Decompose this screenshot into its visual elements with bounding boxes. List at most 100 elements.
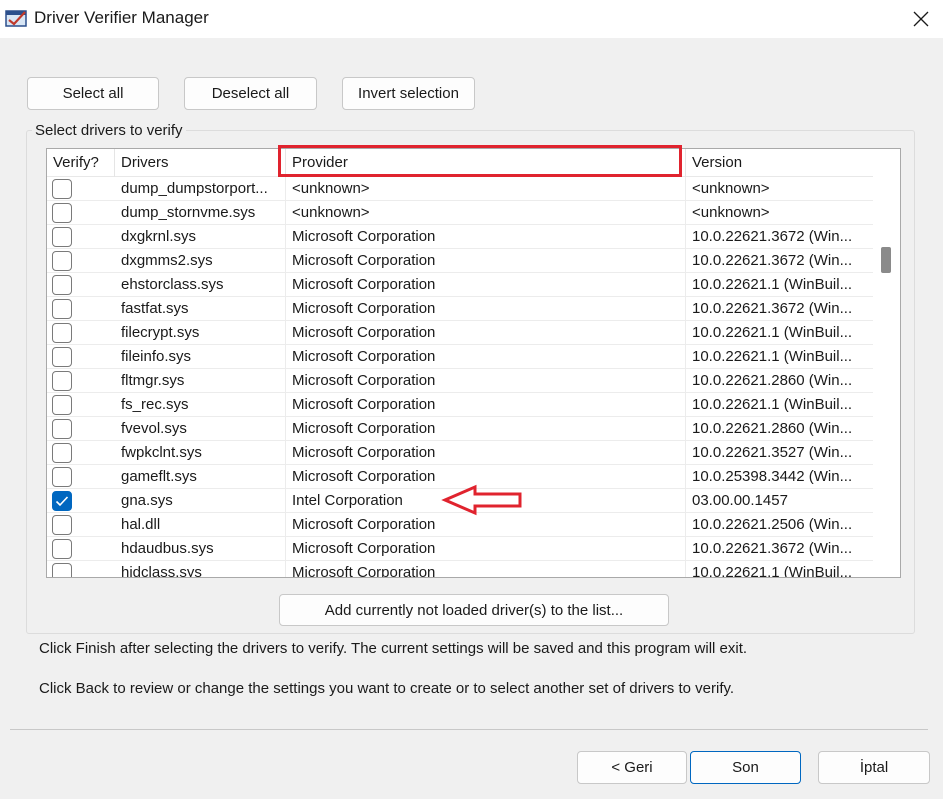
column-header-verify[interactable]: Verify? bbox=[47, 149, 115, 177]
verify-checkbox[interactable] bbox=[52, 251, 72, 271]
table-row[interactable]: ehstorclass.sys Microsoft Corporation 10.0… bbox=[47, 273, 873, 297]
driver-name: fltmgr.sys bbox=[115, 369, 286, 393]
back-button[interactable]: < Geri bbox=[577, 751, 687, 784]
driver-name: dump_dumpstorport... bbox=[115, 177, 286, 201]
driver-name: dxgmms2.sys bbox=[115, 249, 286, 273]
driver-name: fvevol.sys bbox=[115, 417, 286, 441]
cancel-button[interactable]: İptal bbox=[818, 751, 930, 784]
invert-selection-button[interactable]: Invert selection bbox=[342, 77, 475, 110]
verify-checkbox[interactable] bbox=[52, 491, 72, 511]
column-header-version[interactable]: Version bbox=[686, 149, 873, 177]
driver-name: fastfat.sys bbox=[115, 297, 286, 321]
driver-version: 03.00.00.1457 bbox=[692, 492, 788, 509]
driver-version: <unknown> bbox=[692, 204, 770, 221]
driver-version: 10.0.22621.3672 (Win... bbox=[692, 540, 853, 557]
left-arrow-annotation-icon bbox=[441, 484, 522, 516]
driver-provider: Microsoft Corporation bbox=[286, 345, 686, 369]
verify-cell bbox=[47, 249, 115, 273]
info-text-back: Click Back to review or change the setti… bbox=[39, 680, 735, 697]
verify-cell bbox=[47, 513, 115, 537]
driver-provider: Microsoft Corporation bbox=[286, 225, 686, 249]
table-row[interactable]: dxgkrnl.sys Microsoft Corporation 10.0.226… bbox=[47, 225, 873, 249]
verify-cell bbox=[47, 441, 115, 465]
driver-provider: Microsoft Corporation bbox=[286, 297, 686, 321]
driver-name: hidclass.sys bbox=[115, 561, 286, 577]
table-row[interactable]: fs_rec.sys Microsoft Corporation 10.0.2262… bbox=[47, 393, 873, 417]
window-title: Driver Verifier Manager bbox=[34, 8, 209, 27]
list-header: Verify? Drivers Provider Version bbox=[47, 149, 873, 177]
driver-name: hdaudbus.sys bbox=[115, 537, 286, 561]
driver-provider: Microsoft Corporation bbox=[286, 393, 686, 417]
table-row[interactable]: hdaudbus.sys Microsoft Corporation 10.0.22… bbox=[47, 537, 873, 561]
vertical-scrollbar[interactable] bbox=[873, 149, 900, 577]
verify-checkbox[interactable] bbox=[52, 563, 72, 577]
table-row[interactable]: fltmgr.sys Microsoft Corporation 10.0.2262… bbox=[47, 369, 873, 393]
table-row[interactable]: hidclass.sys Microsoft Corporation 10.0.22… bbox=[47, 561, 873, 578]
driver-version: 10.0.22621.1 (WinBuil... bbox=[692, 276, 853, 293]
column-header-drivers[interactable]: Drivers bbox=[115, 149, 286, 177]
table-row[interactable]: fileinfo.sys Microsoft Corporation 10.0.22… bbox=[47, 345, 873, 369]
verify-checkbox[interactable] bbox=[52, 347, 72, 367]
verify-checkbox[interactable] bbox=[52, 299, 72, 319]
verify-cell bbox=[47, 417, 115, 441]
group-label: Select drivers to verify bbox=[32, 122, 186, 139]
driver-version: 10.0.22621.2860 (Win... bbox=[692, 420, 853, 437]
verify-cell bbox=[47, 561, 115, 577]
verify-checkbox[interactable] bbox=[52, 323, 72, 343]
verify-checkbox[interactable] bbox=[52, 419, 72, 439]
driver-provider: Microsoft Corporation bbox=[286, 561, 686, 577]
verify-cell bbox=[47, 297, 115, 321]
verify-checkbox[interactable] bbox=[52, 515, 72, 535]
table-row[interactable]: dump_stornvme.sys <unknown> <unknown> bbox=[47, 201, 873, 225]
driver-provider: <unknown> bbox=[286, 177, 686, 201]
table-row[interactable]: fastfat.sys Microsoft Corporation 10.0.226… bbox=[47, 297, 873, 321]
table-row[interactable]: dump_dumpstorport... <unknown> <unknown> bbox=[47, 177, 873, 201]
driver-name: gameflt.sys bbox=[115, 465, 286, 489]
title-bar: Driver Verifier Manager bbox=[0, 0, 943, 38]
verify-cell bbox=[47, 321, 115, 345]
verify-cell bbox=[47, 489, 115, 513]
driver-name: fwpkclnt.sys bbox=[115, 441, 286, 465]
deselect-all-button[interactable]: Deselect all bbox=[184, 77, 317, 110]
verify-checkbox[interactable] bbox=[52, 443, 72, 463]
verify-checkbox[interactable] bbox=[52, 227, 72, 247]
driver-verifier-app-icon bbox=[5, 10, 27, 27]
driver-name: fs_rec.sys bbox=[115, 393, 286, 417]
driver-name: filecrypt.sys bbox=[115, 321, 286, 345]
driver-version: 10.0.25398.3442 (Win... bbox=[692, 468, 853, 485]
verify-cell bbox=[47, 177, 115, 201]
verify-checkbox[interactable] bbox=[52, 539, 72, 559]
table-row[interactable]: hal.dll Microsoft Corporation 10.0.22621.2… bbox=[47, 513, 873, 537]
verify-cell bbox=[47, 465, 115, 489]
finish-button[interactable]: Son bbox=[690, 751, 801, 784]
verify-cell bbox=[47, 273, 115, 297]
driver-provider: <unknown> bbox=[286, 201, 686, 225]
driver-name: hal.dll bbox=[115, 513, 286, 537]
driver-version: 10.0.22621.1 (WinBuil... bbox=[692, 564, 853, 578]
verify-checkbox[interactable] bbox=[52, 179, 72, 199]
driver-version: 10.0.22621.2506 (Win... bbox=[692, 516, 853, 533]
table-row[interactable]: filecrypt.sys Microsoft Corporation 10.0.2… bbox=[47, 321, 873, 345]
add-not-loaded-drivers-button[interactable]: Add currently not loaded driver(s) to th… bbox=[279, 594, 669, 626]
close-button[interactable] bbox=[898, 0, 943, 38]
verify-checkbox[interactable] bbox=[52, 467, 72, 487]
driver-version: 10.0.22621.1 (WinBuil... bbox=[692, 348, 853, 365]
scrollbar-thumb[interactable] bbox=[881, 247, 891, 273]
close-icon bbox=[913, 11, 928, 27]
column-header-provider[interactable]: Provider bbox=[286, 149, 686, 177]
table-row[interactable]: dxgmms2.sys Microsoft Corporation 10.0.226… bbox=[47, 249, 873, 273]
driver-provider: Microsoft Corporation bbox=[286, 417, 686, 441]
verify-checkbox[interactable] bbox=[52, 395, 72, 415]
verify-checkbox[interactable] bbox=[52, 275, 72, 295]
table-row[interactable]: fwpkclnt.sys Microsoft Corporation 10.0.22… bbox=[47, 441, 873, 465]
table-row[interactable]: fvevol.sys Microsoft Corporation 10.0.2262… bbox=[47, 417, 873, 441]
driver-version: 10.0.22621.3527 (Win... bbox=[692, 444, 853, 461]
info-text-finish: Click Finish after selecting the drivers… bbox=[39, 640, 748, 657]
select-all-button[interactable]: Select all bbox=[27, 77, 159, 110]
driver-version: 10.0.22621.3672 (Win... bbox=[692, 252, 853, 269]
driver-provider: Microsoft Corporation bbox=[286, 321, 686, 345]
verify-cell bbox=[47, 225, 115, 249]
verify-checkbox[interactable] bbox=[52, 371, 72, 391]
driver-provider: Microsoft Corporation bbox=[286, 513, 686, 537]
verify-checkbox[interactable] bbox=[52, 203, 72, 223]
